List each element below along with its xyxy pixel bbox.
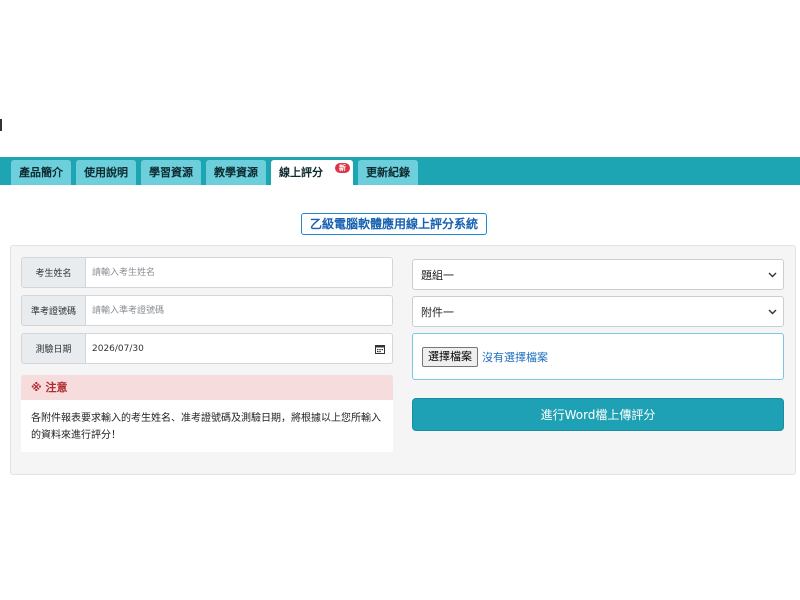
tab-online-grading[interactable]: 線上評分 新 — [271, 160, 353, 186]
tab-learning-resources[interactable]: 學習資源 — [141, 160, 201, 185]
date-input[interactable]: 2026/07/30 — [86, 334, 368, 363]
choose-file-button[interactable]: 選擇檔案 — [422, 346, 478, 367]
name-input[interactable] — [86, 258, 392, 287]
notice-heading: ※ 注意 — [21, 375, 393, 400]
chevron-down-icon — [767, 270, 777, 280]
tab-usage-guide[interactable]: 使用說明 — [76, 160, 136, 185]
tab-teaching-resources[interactable]: 教學資源 — [206, 160, 266, 185]
notice-body: 各附件報表要求輸入的考生姓名、准考證號碼及測驗日期，將根據以上您所輸入的資料來進… — [21, 400, 393, 452]
id-input-group: 準考證號碼 — [21, 295, 393, 326]
question-group-select[interactable]: 題組一 — [412, 259, 784, 290]
attachment-selected: 附件一 — [421, 305, 454, 319]
id-label: 準考證號碼 — [22, 296, 86, 325]
date-label: 測驗日期 — [22, 334, 86, 363]
name-label: 考生姓名 — [22, 258, 86, 287]
new-badge: 新 — [335, 163, 350, 173]
edge-marker — [0, 119, 2, 131]
chevron-down-icon — [767, 307, 777, 317]
calendar-icon[interactable] — [368, 334, 392, 363]
page-title: 乙級電腦軟體應用線上評分系統 — [301, 213, 488, 235]
name-input-group: 考生姓名 — [21, 257, 393, 288]
upload-grade-button[interactable]: 進行Word檔上傳評分 — [412, 398, 784, 431]
file-input: 選擇檔案 沒有選擇檔案 — [412, 333, 784, 380]
question-group-selected: 題組一 — [421, 268, 454, 282]
tab-list: 產品簡介 使用說明 學習資源 教學資源 線上評分 新 更新紀錄 — [11, 160, 418, 186]
tab-online-grading-label: 線上評分 — [279, 166, 323, 179]
tab-changelog[interactable]: 更新紀錄 — [358, 160, 418, 185]
file-status: 沒有選擇檔案 — [482, 350, 548, 364]
id-input[interactable] — [86, 296, 392, 325]
tab-product-intro[interactable]: 產品簡介 — [11, 160, 71, 185]
date-input-group: 測驗日期 2026/07/30 — [21, 333, 393, 364]
attachment-select[interactable]: 附件一 — [412, 296, 784, 327]
